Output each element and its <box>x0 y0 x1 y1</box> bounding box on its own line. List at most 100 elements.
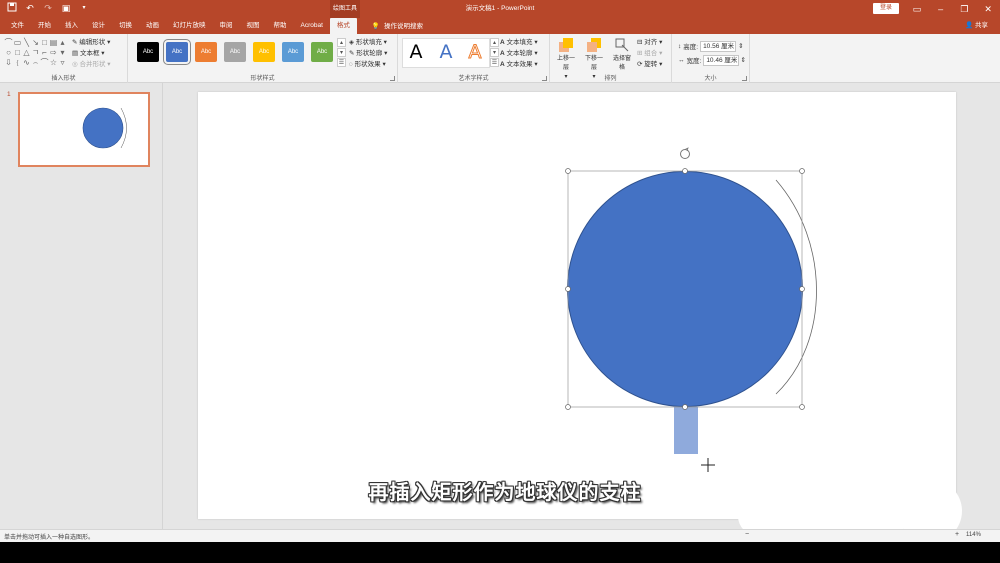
send-backward-button[interactable]: 下移一层 ▾ <box>583 37 605 82</box>
customize-qat-icon[interactable]: ▾ <box>78 2 90 14</box>
redo-icon[interactable]: ↷ <box>42 2 54 14</box>
height-spinner-icon[interactable]: ⇕ <box>738 42 743 50</box>
main-area: 1 <box>0 83 1000 529</box>
shapes-scroll-icon[interactable]: ▾ <box>58 48 67 58</box>
bracket-shape-icon[interactable]: ⌒ <box>40 58 49 68</box>
selection-pane-button[interactable]: 选择窗格 <box>611 37 633 73</box>
tab-review[interactable]: 审阅 <box>213 18 240 34</box>
wordart-black[interactable]: A <box>404 40 428 64</box>
globe-circle[interactable] <box>567 171 803 407</box>
quick-access-toolbar: ↶ ↷ ▣ ▾ <box>6 2 90 14</box>
tab-format[interactable]: 格式 <box>329 18 357 34</box>
gallery-up-icon[interactable]: ▴ <box>337 38 346 47</box>
square2-shape-icon[interactable]: □ <box>13 48 22 58</box>
text-outline-button[interactable]: A 文本轮廓 ▾ <box>500 48 548 59</box>
close-icon[interactable]: ✕ <box>976 0 1000 18</box>
elbow-shape-icon[interactable]: ⌐ <box>40 48 49 58</box>
shapes-expand-icon[interactable]: ▿ <box>58 58 67 68</box>
style-swatch-green[interactable]: Abc <box>311 42 333 62</box>
minimize-icon[interactable]: – <box>929 0 953 18</box>
tab-acrobat[interactable]: Acrobat <box>294 18 330 34</box>
rectangle-shape-icon[interactable]: ▭ <box>13 38 22 48</box>
tab-design[interactable]: 设计 <box>85 18 112 34</box>
bring-forward-button[interactable]: 上移一层 ▾ <box>555 37 577 82</box>
rotate-button[interactable]: ⟳ 旋转 ▾ <box>637 59 673 70</box>
start-from-beginning-icon[interactable]: ▣ <box>60 2 72 14</box>
tell-me-box[interactable]: 💡 操作说明搜索 <box>365 18 430 34</box>
tab-view[interactable]: 视图 <box>240 18 267 34</box>
save-icon[interactable] <box>6 2 18 14</box>
edit-shape-button[interactable]: ✎ 编辑形状 ▾ <box>72 37 128 48</box>
wordart-more-icon[interactable]: ☰ <box>490 58 499 67</box>
zoom-out-icon[interactable]: − <box>745 531 749 538</box>
wordart-up-icon[interactable]: ▴ <box>490 38 499 47</box>
textbox-shape-icon[interactable]: ▤ <box>49 38 58 48</box>
text-effects-button[interactable]: A 文本效果 ▾ <box>500 59 548 70</box>
style-swatch-gray[interactable]: Abc <box>224 42 246 62</box>
wordart-launcher-icon[interactable] <box>542 76 547 81</box>
wordart-blue[interactable]: A <box>434 40 458 64</box>
undo-icon[interactable]: ↶ <box>24 2 36 14</box>
text-fill-button[interactable]: A 文本填充 ▾ <box>500 37 548 48</box>
restore-icon[interactable]: ❐ <box>953 0 977 18</box>
support-rectangle[interactable] <box>674 407 698 454</box>
connector-shape-icon[interactable]: ㄱ <box>31 48 40 58</box>
style-swatch-blue[interactable]: Abc <box>163 39 191 65</box>
document-title: 演示文稿1 - PowerPoint <box>465 5 535 12</box>
share-button[interactable]: 👤 共享 <box>958 18 1000 34</box>
wordart-orange[interactable]: A <box>463 40 487 64</box>
freeform-shape-icon[interactable]: ⌢ <box>31 58 40 68</box>
rotate-handle-icon[interactable] <box>680 147 690 159</box>
size-launcher-icon[interactable] <box>742 76 747 81</box>
width-input[interactable]: 10.46 厘米 <box>703 54 739 66</box>
style-swatch-orange[interactable]: Abc <box>195 42 217 62</box>
brace-shape-icon[interactable]: ﹛ <box>13 58 22 68</box>
tab-insert[interactable]: 插入 <box>58 18 85 34</box>
square-shape-icon[interactable]: □ <box>40 38 49 48</box>
height-input[interactable]: 10.56 厘米 <box>700 40 737 52</box>
tab-help[interactable]: 帮助 <box>267 18 294 34</box>
zoom-level[interactable]: 114% <box>966 532 981 538</box>
style-swatch-black[interactable]: Abc <box>137 42 159 62</box>
shape-styles-label: 形状样式 <box>250 76 275 82</box>
ribbon: ⌒ ▭ ╲ ↘ □ ▤ ▴ ○ □ △ ㄱ ⌐ ⇨ ▾ ⇩ ﹛ ∿ ⌢ ⌒ ☆ … <box>0 34 1000 83</box>
tab-animations[interactable]: 动画 <box>139 18 166 34</box>
shapes-gallery: ⌒ ▭ ╲ ↘ □ ▤ ▴ ○ □ △ ㄱ ⌐ ⇨ ▾ ⇩ ﹛ ∿ ⌢ ⌒ ☆ … <box>4 38 70 68</box>
text-box-button[interactable]: ▤ 文本框 ▾ <box>72 48 128 59</box>
arc-shape-icon[interactable]: ⌒ <box>4 38 13 48</box>
more-shapes-icon[interactable]: ▴ <box>58 38 67 48</box>
style-swatch-gold[interactable]: Abc <box>253 42 275 62</box>
login-button[interactable]: 登录 <box>873 3 899 14</box>
right-arrow-shape-icon[interactable]: ⇨ <box>49 48 58 58</box>
tab-file[interactable]: 文件 <box>4 18 31 34</box>
person-icon: 👤 <box>965 22 974 29</box>
slide-canvas[interactable] <box>198 92 956 519</box>
shape-fill-button[interactable]: ◈ 形状填充 ▾ <box>349 37 395 48</box>
gallery-more-icon[interactable]: ☰ <box>337 58 346 67</box>
wordart-styles-label: 艺术字样式 <box>458 76 489 82</box>
triangle-shape-icon[interactable]: △ <box>22 48 31 58</box>
group-button[interactable]: ⊞ 组合 ▾ <box>637 48 673 59</box>
merge-shapes-button[interactable]: ◎ 合并形状 ▾ <box>72 59 128 70</box>
shape-effects-button[interactable]: ◌ 形状效果 ▾ <box>349 59 395 70</box>
width-row: ↔ 宽度: 10.46 厘米 ⇕ <box>678 54 746 66</box>
tab-home[interactable]: 开始 <box>31 18 58 34</box>
zoom-in-icon[interactable]: + <box>955 531 959 538</box>
tab-slideshow[interactable]: 幻灯片放映 <box>166 18 213 34</box>
down-arrow-shape-icon[interactable]: ⇩ <box>4 58 13 68</box>
oval-shape-icon[interactable]: ○ <box>4 48 13 58</box>
tab-transitions[interactable]: 切换 <box>112 18 139 34</box>
star-shape-icon[interactable]: ☆ <box>49 58 58 68</box>
arrow-line-shape-icon[interactable]: ↘ <box>31 38 40 48</box>
style-swatch-lightblue[interactable]: Abc <box>282 42 304 62</box>
gallery-down-icon[interactable]: ▾ <box>337 48 346 57</box>
curve-shape-icon[interactable]: ∿ <box>22 58 31 68</box>
align-button[interactable]: ⊟ 对齐 ▾ <box>637 37 673 48</box>
line-shape-icon[interactable]: ╲ <box>22 38 31 48</box>
width-spinner-icon[interactable]: ⇕ <box>741 56 746 64</box>
wordart-down-icon[interactable]: ▾ <box>490 48 499 57</box>
slide-thumbnail[interactable] <box>18 92 150 167</box>
ribbon-display-options-icon[interactable]: ▭ <box>905 0 929 18</box>
shape-outline-button[interactable]: ✎ 形状轮廓 ▾ <box>349 48 395 59</box>
shape-styles-launcher-icon[interactable] <box>390 76 395 81</box>
